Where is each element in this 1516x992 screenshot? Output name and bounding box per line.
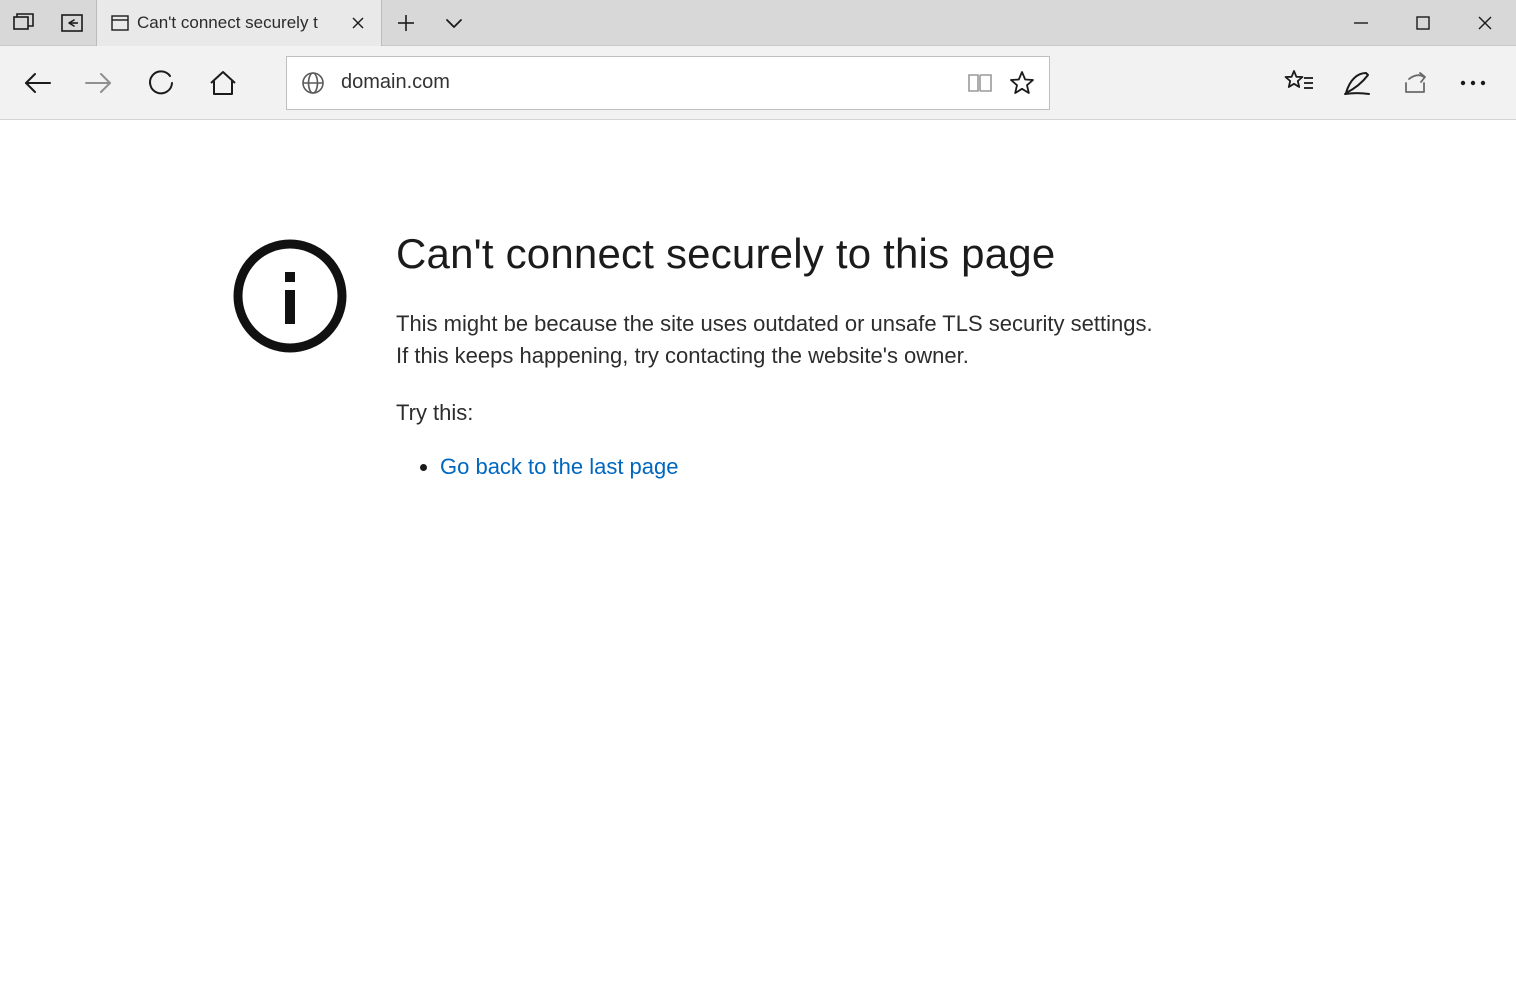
go-back-link[interactable]: Go back to the last page bbox=[440, 454, 679, 479]
window-controls bbox=[1330, 0, 1516, 45]
set-aside-tabs-button[interactable] bbox=[48, 0, 96, 46]
window-maximize-button[interactable] bbox=[1392, 0, 1454, 46]
globe-icon bbox=[301, 71, 329, 95]
error-suggestions: Go back to the last page bbox=[396, 454, 1166, 480]
tab-close-button[interactable] bbox=[345, 10, 371, 36]
titlebar-left: Can't connect securely t bbox=[0, 0, 478, 45]
suggestion-item: Go back to the last page bbox=[440, 454, 1166, 480]
window-minimize-button[interactable] bbox=[1330, 0, 1392, 46]
titlebar: Can't connect securely t bbox=[0, 0, 1516, 46]
favorites-hub-button[interactable] bbox=[1270, 54, 1328, 112]
error-content: Can't connect securely to this page This… bbox=[396, 230, 1166, 480]
error-try-label: Try this: bbox=[396, 400, 1166, 426]
error-description: This might be because the site uses outd… bbox=[396, 308, 1166, 372]
error-heading: Can't connect securely to this page bbox=[396, 230, 1166, 278]
info-icon bbox=[230, 236, 350, 356]
favorite-star-button[interactable] bbox=[1009, 70, 1035, 96]
window-close-button[interactable] bbox=[1454, 0, 1516, 46]
tab-title: Can't connect securely t bbox=[137, 13, 337, 33]
page-icon bbox=[111, 15, 129, 31]
error-page: Can't connect securely to this page This… bbox=[0, 120, 1516, 480]
nav-forward-button[interactable] bbox=[70, 54, 128, 112]
address-bar-actions bbox=[967, 70, 1035, 96]
navbar bbox=[0, 46, 1516, 120]
address-bar[interactable] bbox=[286, 56, 1050, 110]
nav-home-button[interactable] bbox=[194, 54, 252, 112]
navbar-right bbox=[1270, 54, 1508, 112]
tab-actions-button[interactable] bbox=[430, 0, 478, 46]
reading-view-button[interactable] bbox=[967, 72, 993, 94]
nav-refresh-button[interactable] bbox=[132, 54, 190, 112]
browser-tab[interactable]: Can't connect securely t bbox=[96, 0, 382, 46]
nav-back-button[interactable] bbox=[8, 54, 66, 112]
share-button[interactable] bbox=[1386, 54, 1444, 112]
more-menu-button[interactable] bbox=[1444, 54, 1502, 112]
tabs-overview-button[interactable] bbox=[0, 0, 48, 46]
address-input[interactable] bbox=[329, 71, 967, 94]
new-tab-button[interactable] bbox=[382, 0, 430, 46]
notes-button[interactable] bbox=[1328, 54, 1386, 112]
